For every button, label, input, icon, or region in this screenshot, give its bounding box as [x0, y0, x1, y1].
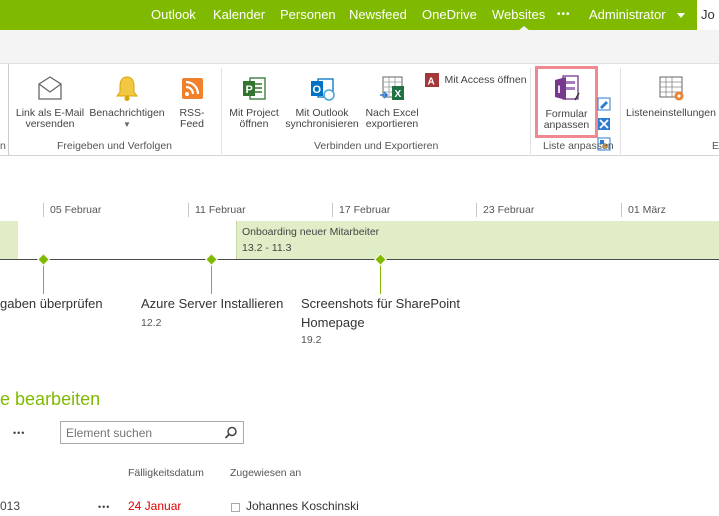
svg-text:I: I: [557, 84, 560, 96]
nav-newsfeed[interactable]: Newsfeed: [349, 7, 407, 22]
timeline-axis: [0, 259, 719, 260]
tick-mark: [332, 203, 333, 217]
presence-icon: [231, 503, 240, 512]
group-label-connect: Verbinden und Exportieren: [314, 140, 439, 152]
column-header-due-date[interactable]: Fälligkeitsdatum: [128, 467, 204, 479]
group-separator: [530, 68, 531, 154]
edit-list-link[interactable]: e bearbeiten: [0, 389, 100, 410]
timeline-divider: [236, 221, 237, 259]
task-title[interactable]: gaben überprüfen: [0, 296, 103, 311]
tools-icon[interactable]: [597, 117, 611, 131]
search-icon[interactable]: [224, 426, 238, 440]
timeline-gap: [18, 221, 236, 259]
excel-label-2: exportieren: [365, 118, 419, 130]
tick-label: 17 Februar: [339, 204, 391, 216]
ribbon-divider: [8, 64, 9, 156]
timeline-bar-dates: 13.2 - 11.3: [242, 242, 292, 254]
customize-form-label-2: anpassen: [543, 119, 590, 131]
column-header-assigned-to[interactable]: Zugewiesen an: [230, 467, 301, 479]
nav-outlook[interactable]: Outlook: [151, 7, 196, 22]
nav-calendar[interactable]: Kalender: [213, 7, 265, 22]
nav-websites[interactable]: Websites: [492, 7, 545, 22]
search-input[interactable]: [66, 425, 216, 440]
suite-bar: Outlook Kalender Personen Newsfeed OneDr…: [0, 0, 719, 31]
timeline-bar[interactable]: Onboarding neuer Mitarbeiter 13.2 - 11.3: [0, 221, 719, 259]
group-label-share: Freigeben und Verfolgen: [57, 140, 173, 152]
task-title[interactable]: Screenshots für SharePoint: [301, 296, 460, 311]
infopath-icon: I: [554, 75, 580, 101]
list-settings-button[interactable]: Listeneinstellungen: [622, 74, 719, 119]
ribbon-tab-strip: [0, 30, 719, 64]
alert-me-label: Benachrichtigen: [89, 107, 165, 119]
user-menu[interactable]: Administrator: [589, 7, 666, 22]
alert-me-button[interactable]: Benachrichtigen ▼: [87, 74, 167, 130]
group-separator: [221, 68, 222, 154]
access-icon: A: [425, 72, 439, 87]
tick-label: 01 März: [628, 204, 666, 216]
group-label-left-cut: n: [0, 140, 6, 152]
project-label-2: öffnen: [239, 118, 269, 130]
task-date: 12.2: [141, 317, 162, 329]
email-link-button[interactable]: Link als E-Mail versenden: [14, 74, 86, 130]
rss-label: RSS-Feed: [179, 107, 205, 130]
excel-icon: X: [380, 76, 404, 100]
outlook-label-2: synchronisieren: [285, 118, 359, 130]
edit-list-icon[interactable]: [597, 97, 611, 111]
list-settings-icon: [659, 76, 684, 101]
task-date: 19.2: [301, 334, 322, 346]
open-with-project-button[interactable]: P Mit Project öffnen: [224, 74, 284, 130]
timeline-bar-title: Onboarding neuer Mitarbeiter: [242, 226, 380, 238]
user-name-cut: Jo: [701, 7, 715, 22]
tick-mark: [188, 203, 189, 217]
export-to-excel-button[interactable]: X Nach Excel exportieren: [362, 74, 422, 130]
edit-link-label[interactable]: bearbeiten: [15, 389, 100, 409]
email-link-label-2: versenden: [25, 118, 75, 130]
user-area[interactable]: Jo: [697, 0, 719, 30]
tick-mark: [476, 203, 477, 217]
tick-label: 11 Februar: [195, 204, 246, 216]
tick-mark: [43, 203, 44, 217]
rss-icon: [182, 78, 203, 99]
list-more-button[interactable]: •••: [13, 428, 25, 438]
nav-people[interactable]: Personen: [280, 7, 336, 22]
group-separator: [620, 68, 621, 154]
group-label-list: Liste anpassen: [543, 140, 614, 152]
group-label-settings-cut: E: [712, 140, 719, 152]
svg-text:A: A: [428, 76, 435, 87]
chevron-down-icon[interactable]: [677, 13, 685, 18]
list-settings-label: Listeneinstellungen: [626, 107, 716, 119]
cell-due-date: 24 Januar: [128, 499, 182, 513]
open-with-access-button[interactable]: A Mit Access öffnen: [424, 71, 527, 87]
nav-onedrive[interactable]: OneDrive: [422, 7, 477, 22]
tick-label: 05 Februar: [50, 204, 102, 216]
search-field[interactable]: [60, 421, 244, 444]
tick-mark: [621, 203, 622, 217]
more-apps-button[interactable]: •••: [557, 9, 571, 20]
task-title-line-2[interactable]: Homepage: [301, 315, 365, 330]
bell-icon: [116, 76, 138, 101]
tick-label: 23 Februar: [483, 204, 535, 216]
svg-text:P: P: [246, 84, 253, 96]
ribbon: Link als E-Mail versenden Benachrichtige…: [0, 64, 719, 156]
svg-text:X: X: [395, 89, 402, 100]
cell-id: 013: [0, 499, 21, 513]
outlook-icon: O: [311, 78, 335, 101]
row-more-button[interactable]: •••: [98, 502, 110, 512]
cell-assigned-to[interactable]: Johannes Koschinski: [246, 499, 359, 513]
chevron-down-icon[interactable]: ▼: [87, 119, 167, 130]
rss-feed-button[interactable]: RSS-Feed: [168, 74, 216, 130]
sync-with-outlook-button[interactable]: O Mit Outlook synchronisieren: [284, 74, 360, 130]
envelope-icon: [38, 76, 62, 100]
project-icon: P: [243, 77, 266, 100]
access-label: Mit Access öffnen: [444, 73, 527, 86]
customize-form-button[interactable]: I Formular anpassen: [538, 73, 595, 131]
edit-prefix: e: [0, 389, 11, 409]
svg-text:O: O: [313, 84, 322, 96]
task-title[interactable]: Azure Server Installieren: [141, 296, 283, 311]
